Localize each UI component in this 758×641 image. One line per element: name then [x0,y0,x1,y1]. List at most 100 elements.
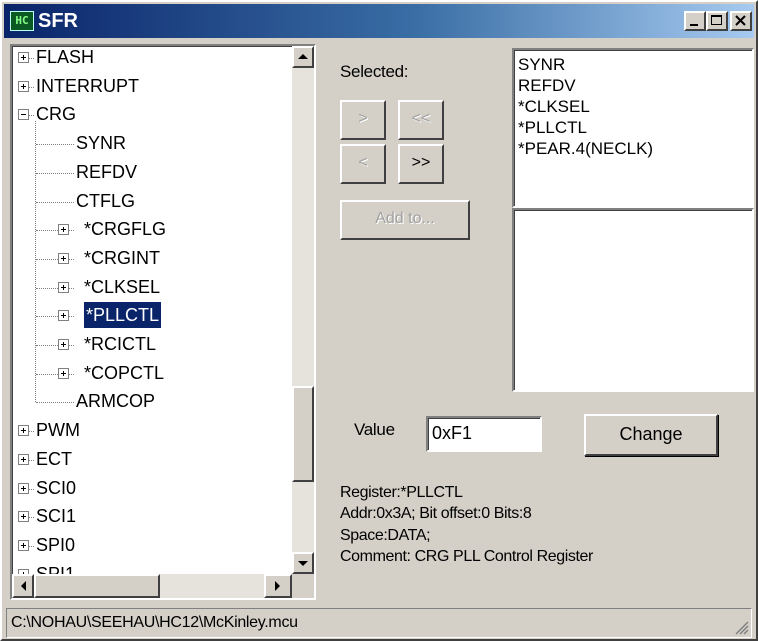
list-item[interactable]: *CLKSEL [514,96,752,117]
tree-node-label[interactable]: *CRGINT [84,245,160,271]
tree-node-crgint[interactable]: *CRGINT [12,245,292,271]
scroll-up-button[interactable] [292,46,314,68]
tree-node-label[interactable]: INTERRUPT [36,73,139,99]
expand-icon[interactable] [58,281,69,293]
mcu-chip-icon: HC [10,11,34,31]
tree-node-label[interactable]: CRG [36,101,76,127]
move-left-button[interactable]: < [340,144,386,184]
expand-icon[interactable] [58,367,69,379]
tree-connector [69,345,74,346]
maximize-button[interactable] [706,11,728,31]
expand-icon[interactable] [18,425,29,437]
tree-node-label[interactable]: REFDV [76,159,137,185]
tree-node-label[interactable]: ARMCOP [76,388,155,414]
tree-node-interrupt[interactable]: INTERRUPT [12,73,292,99]
tree-node-label[interactable]: PWM [36,417,80,443]
scroll-down-button[interactable] [292,552,314,574]
tree-node-label[interactable]: SPI0 [36,532,75,558]
expand-icon[interactable] [58,252,69,264]
tree-node-copctl[interactable]: *COPCTL [12,360,292,386]
right-arrow-icon [275,581,280,591]
tree-node-pllctl[interactable]: *PLLCTL [12,301,292,330]
hscroll-thumb[interactable] [34,574,160,598]
tree-node-flash[interactable]: FLASH [12,46,292,70]
value-label: Value [354,420,395,439]
scroll-left-button[interactable] [12,574,34,598]
expand-icon[interactable] [18,453,29,465]
minimize-button[interactable] [684,11,706,31]
tree-node-label[interactable]: FLASH [36,46,94,70]
tree-node-crgflg[interactable]: *CRGFLG [12,216,292,242]
tree-node-synr[interactable]: SYNR [12,130,292,156]
list-item[interactable]: SYNR [514,54,752,75]
move-all-left-button[interactable]: << [398,100,444,140]
title-bar[interactable]: HC SFR [4,4,754,38]
move-all-right-button[interactable]: >> [398,144,444,184]
expand-icon[interactable] [18,52,29,63]
left-arrow-icon [21,581,26,591]
tree-node-label[interactable]: *RCICTL [84,331,156,357]
expand-icon[interactable] [58,339,69,350]
tree-node-ctflg[interactable]: CTFLG [12,188,292,214]
tree-connector [69,287,74,289]
change-button[interactable]: Change [584,414,718,456]
selected-list[interactable]: SYNR REFDV *CLKSEL *PLLCTL *PEAR.4(NECLK… [512,48,754,208]
expand-icon[interactable] [58,310,69,322]
list-item[interactable]: *PLLCTL [514,117,752,138]
tree-node-label[interactable]: *COPCTL [84,360,164,386]
tree-node-armcop[interactable]: ARMCOP [12,388,292,414]
tree-connector [69,373,74,375]
tree-node-label[interactable]: *PLLCTL [82,301,163,330]
close-button[interactable] [730,11,752,31]
tree-node-spi0[interactable]: SPI0 [12,532,292,558]
tree-node-sci0[interactable]: SCI0 [12,475,292,501]
expand-icon[interactable] [18,539,29,551]
tree-node-label[interactable]: ECT [36,446,72,472]
tree-connector [29,58,34,59]
tree-node-label[interactable]: SPI1 [36,561,75,574]
tree-node-clksel[interactable]: *CLKSEL [12,274,292,300]
tree-node-rcictl[interactable]: *RCICTL [12,331,292,357]
tree-connector [29,459,34,461]
move-right-button[interactable]: > [340,100,386,140]
tree-connector [69,316,74,318]
tree-node-sci1[interactable]: SCI1 [12,503,292,529]
tree-vertical-scrollbar[interactable] [292,46,314,574]
tree-connector [69,258,74,260]
tree-node-crg[interactable]: CRG [12,101,292,127]
tree-connector [36,373,58,375]
scroll-thumb[interactable] [292,386,314,482]
tree-node-label[interactable]: SCI1 [36,503,76,529]
tree-node-ect[interactable]: ECT [12,446,292,472]
tree-connector [36,345,58,346]
expand-icon[interactable] [58,224,69,236]
expand-icon[interactable] [18,80,29,92]
register-tree[interactable]: FLASH INTERRUPT CRG SYNR REFDV CTFLG *CRGFLG *C… [12,46,292,574]
tree-connector [29,86,34,88]
bit-list[interactable] [512,208,754,392]
tree-connector [69,230,74,232]
close-icon [735,15,746,26]
tree-horizontal-scrollbar[interactable] [12,574,292,598]
tree-node-label[interactable]: *CRGFLG [84,216,166,242]
add-to-button[interactable]: Add to... [340,200,470,240]
tree-node-label[interactable]: *CLKSEL [84,274,160,300]
expand-icon[interactable] [18,482,29,494]
tree-node-refdv[interactable]: REFDV [12,159,292,185]
value-input[interactable]: 0xF1 [426,416,542,452]
register-comment: Comment: CRG PLL Control Register [340,548,593,565]
resize-grip-icon[interactable] [733,619,749,635]
list-item[interactable]: REFDV [514,75,752,96]
tree-node-label[interactable]: CTFLG [76,188,135,214]
tree-node-spi1[interactable]: SPI1 [12,561,292,574]
tree-connector [36,144,74,146]
tree-node-pwm[interactable]: PWM [12,417,292,443]
register-name: Register:*PLLCTL [340,484,463,501]
tree-node-label[interactable]: SCI0 [36,475,76,501]
expand-icon[interactable] [18,511,29,523]
scroll-right-button[interactable] [264,574,292,598]
collapse-icon[interactable] [18,109,29,121]
down-arrow-icon [298,561,308,566]
list-item[interactable]: *PEAR.4(NECLK) [514,138,752,159]
tree-node-label[interactable]: SYNR [76,130,126,156]
